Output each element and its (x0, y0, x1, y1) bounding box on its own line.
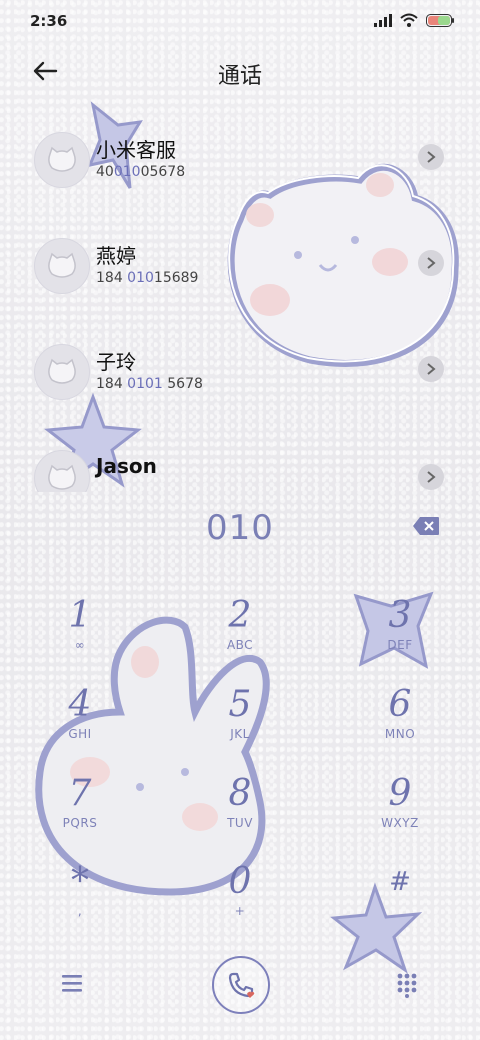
key-digit: 6 (388, 684, 412, 725)
menu-button[interactable] (60, 972, 86, 998)
chevron-right-icon (427, 363, 436, 375)
key-letters: DEF (387, 638, 413, 652)
number-part: 40 (96, 164, 114, 180)
key-0[interactable]: 0 + (180, 862, 300, 942)
key-digit: 3 (388, 595, 412, 636)
contact-detail-button[interactable] (418, 250, 444, 276)
contact-row[interactable]: 子玲 184 0101 5678 (0, 330, 480, 426)
cat-avatar-icon (48, 252, 76, 278)
contact-row[interactable]: 燕婷 184 01015689 (0, 224, 480, 320)
key-6[interactable]: 6 MNO (340, 685, 460, 765)
contact-name: 子玲 (96, 350, 136, 374)
status-icons (374, 13, 454, 27)
chevron-right-icon (427, 151, 436, 163)
number-part: 15689 (153, 270, 199, 286)
cat-avatar-icon (48, 146, 76, 172)
key-letters: WXYZ (381, 816, 419, 830)
key-letters: JKL (230, 727, 250, 741)
contact-number: 184 01015689 (96, 270, 198, 286)
page-title: 通话 (217, 64, 262, 89)
key-digit: 2 (228, 595, 252, 636)
number-match: 010 (113, 164, 141, 180)
dialed-number: 010 (206, 508, 274, 548)
contact-row[interactable]: 小米客服 4001005678 (0, 118, 480, 214)
contact-detail-button[interactable] (418, 356, 444, 382)
contact-detail-button[interactable] (418, 464, 444, 490)
cat-avatar-icon (48, 358, 76, 384)
number-match: 010 (127, 270, 154, 286)
key-digit: 4 (68, 684, 92, 725)
key-letters: ABC (226, 638, 254, 652)
call-button[interactable] (212, 956, 270, 1014)
key-star[interactable]: *, (20, 862, 140, 942)
key-digit: 8 (228, 773, 252, 814)
avatar (34, 344, 90, 400)
voicemail-icon: ∞ (74, 638, 86, 652)
key-2[interactable]: 2 ABC (180, 596, 300, 676)
key-digit: * (71, 861, 89, 902)
key-9[interactable]: 9 WXYZ (340, 774, 460, 854)
key-8[interactable]: 8 TUV (180, 774, 300, 854)
key-digit: # (389, 867, 411, 897)
contact-name: 燕婷 (96, 244, 136, 268)
key-letters: MNO (384, 727, 416, 741)
key-letters: GHI (68, 727, 92, 741)
key-1[interactable]: 1 ∞ (20, 596, 140, 676)
contact-number: 184 0101 5678 (96, 376, 203, 392)
key-digit: 0 (228, 861, 252, 902)
key-5[interactable]: 5 JKL (180, 685, 300, 765)
key-7[interactable]: 7 PQRS (20, 774, 140, 854)
number-part: 5678 (162, 376, 203, 392)
number-part: 184 (96, 270, 128, 286)
dialpad-toggle-button[interactable] (396, 972, 418, 1002)
chevron-right-icon (427, 257, 436, 269)
chevron-right-icon (427, 471, 436, 483)
status-bar: 2:36 (0, 0, 480, 44)
number-part: 184 (96, 376, 128, 392)
key-digit: 7 (68, 773, 92, 814)
dialpad-icon (397, 973, 417, 998)
wifi-icon (400, 13, 418, 27)
status-time: 2:36 (30, 12, 68, 30)
header: 通话 (0, 44, 480, 100)
contact-number: 4001005678 (96, 164, 185, 180)
cat-avatar-icon (48, 464, 76, 490)
key-letters: + (234, 904, 246, 918)
key-digit: 9 (388, 773, 412, 814)
avatar (34, 132, 90, 188)
number-part: 05678 (140, 164, 186, 180)
avatar (34, 238, 90, 294)
battery-icon (426, 13, 454, 27)
key-4[interactable]: 4 GHI (20, 685, 140, 765)
key-3[interactable]: 3 DEF (340, 596, 460, 676)
key-hash[interactable]: # (340, 862, 460, 942)
phone-icon (228, 972, 255, 998)
key-letters: PQRS (62, 816, 98, 830)
key-letters: , (77, 904, 83, 918)
key-letters: TUV (227, 816, 253, 830)
contact-name: Jason (96, 454, 157, 478)
dial-input[interactable]: 010 (0, 504, 480, 554)
avatar (34, 450, 90, 492)
contact-detail-button[interactable] (418, 144, 444, 170)
menu-icon (62, 975, 82, 992)
number-match: 0101 (127, 376, 163, 392)
contact-name: 小米客服 (96, 138, 176, 162)
key-digit: 1 (68, 595, 92, 636)
backspace-icon (413, 517, 439, 535)
key-digit: 5 (228, 684, 252, 725)
contact-row[interactable]: Jason (0, 436, 480, 492)
delete-button[interactable] (412, 516, 440, 540)
signal-icon (374, 13, 392, 27)
